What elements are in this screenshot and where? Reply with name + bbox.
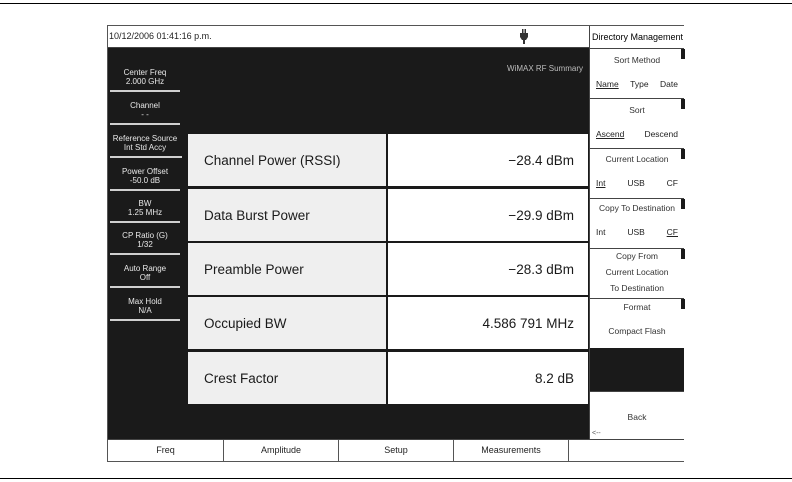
param-label: BW [138,199,152,208]
param-label: Center Freq [123,68,167,77]
softkey-line: Compact Flash [608,326,666,336]
summary-label: WiMAX RF Summary [507,64,583,73]
param-channel: Channel - - [110,101,180,125]
measurement-value: −28.4 dBm [508,153,574,168]
measurement-value: −29.9 dBm [508,208,574,223]
tab-freq[interactable]: Freq [108,440,224,461]
softkey-label: Back [627,412,647,422]
param-value: Off [139,273,151,282]
param-value: 1/32 [137,240,153,249]
softkey-line: Copy From [615,251,659,261]
param-max-hold: Max Hold N/A [110,297,180,321]
softkey-line: Format [623,302,651,312]
param-label: Reference Source [112,134,178,143]
function-tabs: Freq Amplitude Setup Measurements [108,439,684,461]
param-power-offset: Power Offset -50.0 dB [110,167,180,191]
sort-button[interactable]: Sort Ascend Descend [590,98,685,148]
sort-option-type: Type [630,79,649,89]
param-cp-ratio: CP Ratio (G) 1/32 [110,231,180,255]
destination-int: Int [596,227,606,237]
tab-blank[interactable] [569,440,684,461]
table-row: Crest Factor 8.2 dB [188,352,588,404]
plug-icon [520,29,528,44]
param-label: Power Offset [121,167,169,176]
sort-ascend: Ascend [596,129,625,139]
measurement-name: Data Burst Power [204,208,310,223]
tab-measurements[interactable]: Measurements [454,440,569,461]
param-label: Max Hold [128,297,162,306]
sort-method-button[interactable]: Sort Method Name Type Date [590,48,685,98]
measurement-area: WiMAX RF Summary Channel Power (RSSI) −2… [188,48,589,439]
param-reference-source: Reference Source Int Std Accy [108,134,182,158]
top-rule [0,3,792,4]
measurement-name: Channel Power (RSSI) [204,153,341,168]
location-usb: USB [627,178,645,188]
param-value: Int Std Accy [123,143,167,152]
copy-to-destination-button[interactable]: Copy To Destination Int USB CF [590,198,685,248]
softkey-line: Current Location [605,267,669,277]
back-button[interactable]: Back <-- [590,391,684,439]
softkey-line: To Destination [610,283,664,293]
tab-setup[interactable]: Setup [339,440,454,461]
softkey-label: Sort Method [613,55,661,65]
softkey-label: Copy To Destination [599,203,675,213]
softkey-menu: Directory Management Sort Method Name Ty… [589,26,685,439]
table-row: Data Burst Power −29.9 dBm [188,189,588,241]
measurement-value: 8.2 dB [534,371,574,386]
param-value: 2.000 GHz [125,77,165,86]
title-bar: 10/12/2006 01:41:16 p.m. [108,26,589,48]
location-cf: CF [666,178,678,188]
timestamp: 10/12/2006 01:41:16 p.m. [109,31,212,41]
copy-from-button[interactable]: Copy From Current Location To Destinatio… [590,248,685,298]
measurement-name: Preamble Power [204,262,304,277]
param-label: Channel [130,101,160,110]
param-label: Auto Range [123,264,167,273]
param-value: N/A [138,306,152,315]
param-auto-range: Auto Range Off [110,264,180,288]
param-value: - - [141,110,149,119]
sort-option-date: Date [660,79,678,89]
destination-cf: CF [666,227,678,237]
measurement-name: Crest Factor [204,371,279,386]
measurement-name: Occupied BW [204,316,287,331]
menu-title: Directory Management [591,32,684,42]
table-row: Channel Power (RSSI) −28.4 dBm [188,134,588,186]
softkey-label: Sort [629,105,645,115]
softkey-label: Current Location [605,154,669,164]
param-value: -50.0 dB [129,176,161,185]
format-button[interactable]: Format Compact Flash [590,298,685,348]
location-int: Int [596,178,606,188]
sort-option-name: Name [596,79,619,89]
table-row: Occupied BW 4.586 791 MHz [188,297,588,349]
parameter-panel: Center Freq 2.000 GHz Channel - - Refere… [108,48,188,439]
param-center-freq: Center Freq 2.000 GHz [110,68,180,92]
destination-usb: USB [627,227,645,237]
blank-softkey [590,348,684,391]
bottom-rule [0,478,792,479]
tab-amplitude[interactable]: Amplitude [224,440,339,461]
param-bw: BW 1.25 MHz [110,199,180,223]
table-row: Preamble Power −28.3 dBm [188,243,588,295]
back-arrow-icon: <-- [592,430,601,437]
param-value: 1.25 MHz [127,208,163,217]
measurement-value: 4.586 791 MHz [482,316,574,331]
current-location-button[interactable]: Current Location Int USB CF [590,148,685,198]
measurement-value: −28.3 dBm [508,262,574,277]
param-label: CP Ratio (G) [122,231,168,240]
sort-descend: Descend [644,129,678,139]
instrument-screen: 10/12/2006 01:41:16 p.m. Center Freq 2.0… [107,25,685,462]
